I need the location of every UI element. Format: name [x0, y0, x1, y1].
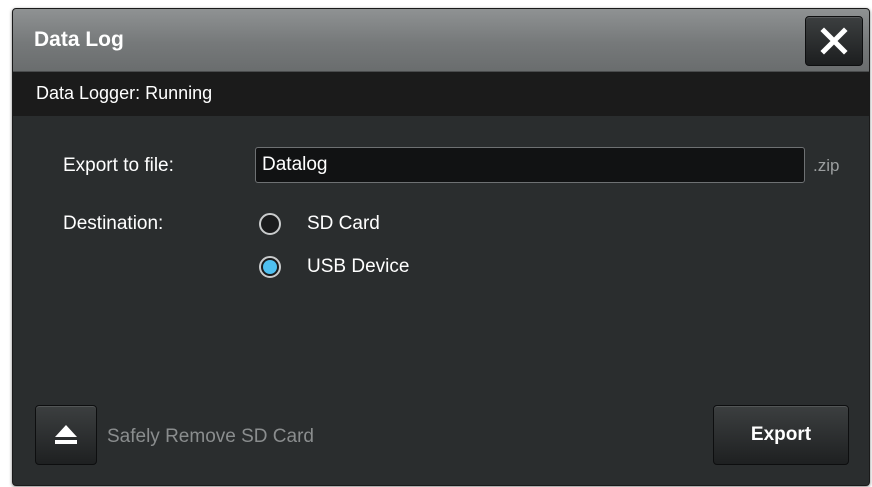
sd-card-radio[interactable] — [259, 213, 281, 235]
export-button[interactable]: Export — [713, 405, 849, 465]
data-log-dialog: Data Log Data Logger: Running Export to … — [12, 8, 870, 486]
eject-sd-label: Safely Remove SD Card — [107, 426, 314, 447]
eject-sd-button[interactable] — [35, 405, 97, 465]
usb-device-radio[interactable] — [259, 256, 281, 278]
close-icon — [820, 27, 848, 55]
sd-card-label[interactable]: SD Card — [307, 213, 380, 235]
status-bar: Data Logger: Running — [13, 72, 869, 116]
usb-device-label[interactable]: USB Device — [307, 256, 409, 278]
logger-status: Data Logger: Running — [36, 83, 213, 103]
title-bar: Data Log — [13, 9, 869, 72]
file-extension: .zip — [813, 156, 840, 175]
dialog-title: Data Log — [34, 28, 124, 51]
export-filename-input[interactable] — [255, 147, 805, 183]
destination-label: Destination: — [63, 213, 164, 234]
eject-icon — [55, 425, 77, 444]
close-button[interactable] — [805, 16, 863, 66]
export-file-label: Export to file: — [63, 155, 174, 176]
